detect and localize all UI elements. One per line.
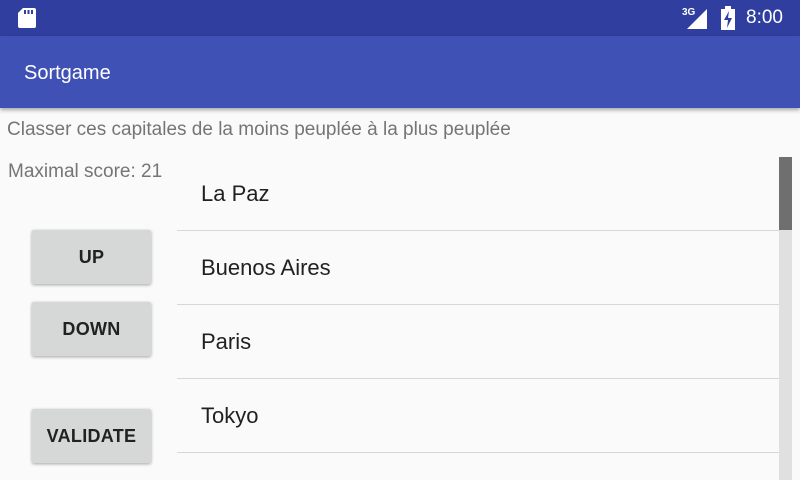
list-item[interactable]: La Paz bbox=[177, 157, 779, 231]
down-button[interactable]: DOWN bbox=[32, 302, 151, 356]
list-item[interactable]: Paris bbox=[177, 305, 779, 379]
city-name: Paris bbox=[201, 329, 252, 354]
battery-charging-icon bbox=[721, 6, 735, 30]
list-scrollbar[interactable] bbox=[779, 157, 792, 480]
list-item[interactable]: Tokyo bbox=[177, 379, 779, 453]
status-clock: 8:00 bbox=[746, 7, 783, 28]
instruction-text: Classer ces capitales de la moins peuplé… bbox=[7, 119, 511, 140]
up-button[interactable]: UP bbox=[32, 230, 151, 284]
city-name: Buenos Aires bbox=[201, 255, 331, 280]
app-title: Sortgame bbox=[24, 62, 111, 84]
capitals-list[interactable]: La Paz Buenos Aires Paris Tokyo bbox=[177, 157, 779, 480]
city-name: La Paz bbox=[201, 181, 270, 206]
status-bar: 3G 8:00 bbox=[0, 0, 800, 36]
sd-card-icon bbox=[18, 8, 36, 28]
validate-button[interactable]: VALIDATE bbox=[32, 409, 151, 463]
scrollbar-thumb[interactable] bbox=[779, 157, 792, 230]
app-bar: Sortgame bbox=[0, 36, 800, 108]
max-score-label: Maximal score: 21 bbox=[8, 161, 163, 182]
signal-icon bbox=[687, 9, 707, 29]
city-name: Tokyo bbox=[201, 403, 259, 428]
list-item[interactable]: Buenos Aires bbox=[177, 231, 779, 305]
